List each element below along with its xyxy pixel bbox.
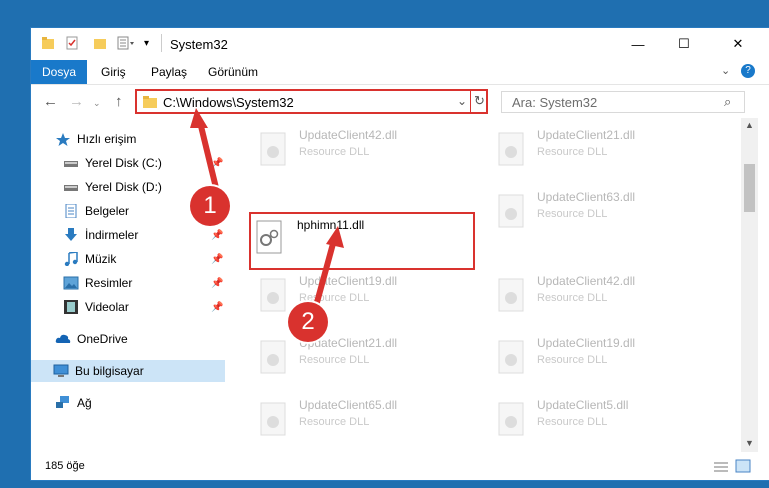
- arrow-line-1: [197, 121, 221, 197]
- arrow-head-2: [326, 226, 344, 248]
- callout-1: 1: [190, 186, 230, 226]
- arrow-head-1: [190, 108, 208, 128]
- annotation-arrows: [190, 108, 344, 307]
- callout-2: 2: [288, 302, 328, 342]
- arrow-line-2: [313, 239, 337, 307]
